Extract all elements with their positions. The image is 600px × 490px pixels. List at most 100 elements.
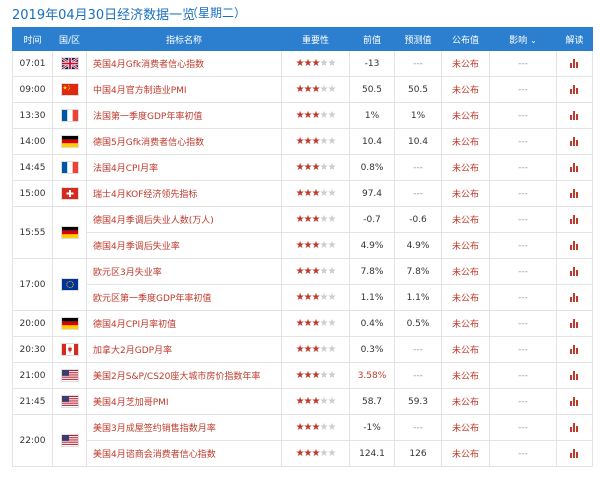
bar-chart-icon[interactable] [570,344,579,354]
analysis-cell[interactable] [556,258,593,285]
indicator-name-link[interactable]: 美国3月成屋签约销售指数月率 [86,414,282,441]
bar-chart-icon[interactable] [570,240,579,250]
star-icon: ★ [327,266,336,277]
bar-chart-icon[interactable] [570,58,579,68]
col-header-actual: 公布值 [441,27,490,51]
country-cell [52,258,87,311]
bar-chart-icon[interactable] [570,266,579,276]
bar-chart-icon[interactable] [570,110,579,120]
analysis-cell[interactable] [556,102,593,129]
analysis-cell[interactable] [556,362,593,389]
col-header-impact[interactable]: 影响 ⌄ [489,27,557,51]
star-icon: ★ [303,162,313,173]
bar-chart-icon[interactable] [570,188,579,198]
star-icon: ★ [303,292,313,303]
indicator-name-link[interactable]: 德国4月CPI月率初值 [86,310,282,337]
actual-value: 未公布 [441,180,490,207]
bar-chart-icon[interactable] [570,292,579,302]
forecast-value: --- [394,154,442,181]
table-row: 美国4月谘商会消费者信心指数 ★★★★★ 124.1 126 未公布 --- [13,440,593,467]
indicator-name-link[interactable]: 美国2月S&P/CS20座大城市房价指数年率 [86,362,282,389]
table-row: 17:00 欧元区3月失业率 ★★★★★ 7.8% 7.8% 未公布 --- [12,258,593,311]
bar-chart-icon[interactable] [570,162,579,172]
indicator-name-link[interactable]: 加拿大2月GDP月率 [86,336,282,363]
analysis-cell[interactable] [556,414,593,441]
col-header-indicator: 指标名称 [86,27,282,51]
bar-chart-icon[interactable] [570,318,579,328]
indicator-name-link[interactable]: 瑞士4月KOF经济领先指标 [86,180,282,207]
indicator-name-link[interactable]: 德国4月季调后失业率 [86,232,282,259]
analysis-cell[interactable] [556,310,593,337]
star-icon: ★ [303,318,313,329]
star-icon: ★ [295,448,305,459]
actual-value: 未公布 [441,76,490,103]
indicator-name-link[interactable]: 欧元区3月失业率 [86,258,282,285]
bar-chart-icon[interactable] [570,370,579,380]
analysis-cell[interactable] [556,206,593,233]
indicator-name-link[interactable]: 美国4月芝加哥PMI [86,388,282,415]
time-cell: 13:30 [12,102,53,129]
bar-chart-icon[interactable] [570,396,579,406]
importance-stars: ★★★★★ [296,162,337,173]
flag-ch-icon [61,188,78,199]
weekday-label: （星期二） [186,6,247,20]
analysis-cell[interactable] [556,232,593,259]
previous-value: 1% [349,102,395,129]
indicator-name-link[interactable]: 英国4月Gfk消费者信心指数 [86,50,282,77]
forecast-value: --- [394,50,442,77]
star-icon: ★ [327,136,336,147]
bar-chart-icon[interactable] [570,422,579,432]
indicator-name-link[interactable]: 法国第一季度GDP年率初值 [86,102,282,129]
bar-chart-icon[interactable] [570,84,579,94]
time-cell: 21:00 [12,362,53,389]
analysis-cell[interactable] [556,128,593,155]
actual-value: 未公布 [441,154,490,181]
bar-chart-icon[interactable] [570,448,579,458]
importance-cell: ★★★★★ [281,440,350,467]
time-cell: 09:00 [12,76,53,103]
bar-chart-icon[interactable] [570,136,579,146]
analysis-cell[interactable] [556,154,593,181]
importance-stars: ★★★★★ [296,214,337,225]
star-icon: ★ [295,292,305,303]
bar-chart-icon[interactable] [570,214,579,224]
table-row: 14:45 法国4月CPI月率 ★★★★★ 0.8% --- 未公布 --- [12,154,593,181]
star-icon: ★ [295,370,305,381]
indicator-name-link[interactable]: 中国4月官方制造业PMI [86,76,282,103]
country-cell [52,414,87,467]
analysis-cell[interactable] [556,284,593,311]
analysis-cell[interactable] [556,50,593,77]
table-row: 15:55 德国4月季调后失业人数(万人) ★★★★★ -0.7 -0.6 未公布 --- [12,206,593,259]
importance-cell: ★★★★★ [281,232,350,259]
analysis-cell[interactable] [556,336,593,363]
star-icon: ★ [303,188,313,199]
table-row: 21:45 美国4月芝加哥PMI ★★★★★ 58.7 59.3 未公布 --- [12,388,593,415]
importance-cell: ★★★★★ [281,206,350,233]
indicator-name-link[interactable]: 美国4月谘商会消费者信心指数 [86,440,282,467]
indicator-name-link[interactable]: 德国5月Gfk消费者信心指数 [86,128,282,155]
importance-stars: ★★★★★ [296,188,337,199]
indicator-name-link[interactable]: 欧元区第一季度GDP年率初值 [86,284,282,311]
star-icon: ★ [303,448,313,459]
flag-us-icon [61,435,78,446]
analysis-cell[interactable] [556,440,593,467]
col-header-analysis: 解读 [556,27,593,51]
country-cell [52,128,87,155]
forecast-value: --- [394,414,442,441]
economic-calendar-table: 时间 国/区 指标名称 重要性 前值 预测值 公布值 影响 ⌄ 解读 07:01 英… [12,27,593,467]
impact-value: --- [489,180,557,207]
analysis-cell[interactable] [556,76,593,103]
star-icon: ★ [303,110,313,121]
importance-stars: ★★★★★ [296,240,337,251]
forecast-value: 50.5 [394,76,442,103]
importance-stars: ★★★★★ [296,318,337,329]
previous-value: 4.9% [349,232,395,259]
time-cell: 15:00 [12,180,53,207]
previous-value: -13 [349,50,395,77]
indicator-name-link[interactable]: 法国4月CPI月率 [86,154,282,181]
chevron-down-icon[interactable]: ⌄ [530,36,537,45]
analysis-cell[interactable] [556,180,593,207]
impact-header-label: 影响 [509,35,528,46]
analysis-cell[interactable] [556,388,593,415]
indicator-name-link[interactable]: 德国4月季调后失业人数(万人) [86,206,282,233]
